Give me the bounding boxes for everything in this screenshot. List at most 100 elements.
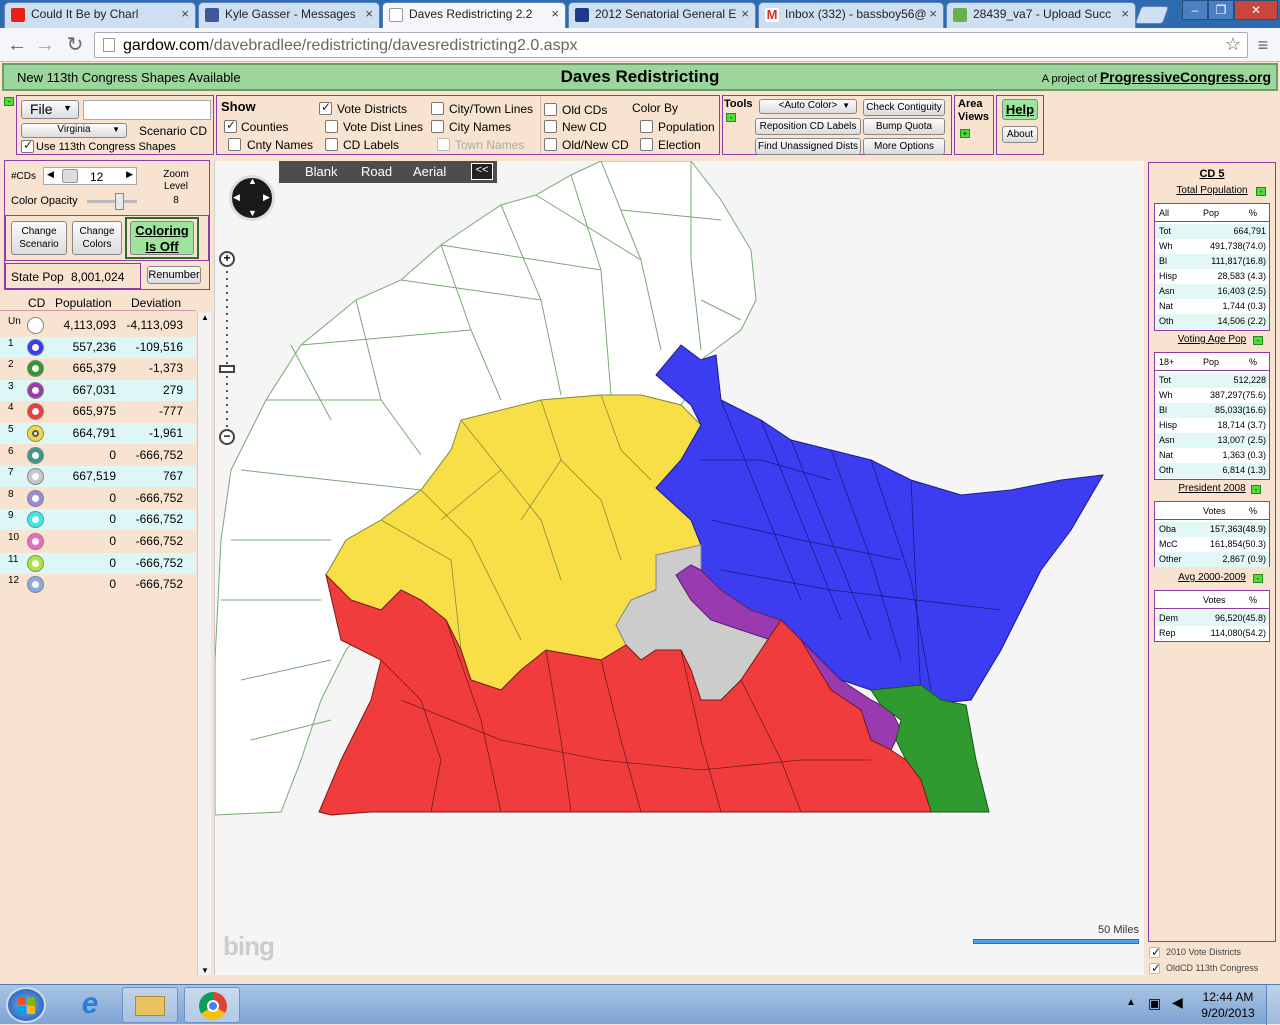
cd-labels-checkbox[interactable] — [325, 138, 338, 151]
tab-daves-redistricting[interactable]: Daves Redistricting 2.2 × — [382, 2, 566, 28]
file-menu-button[interactable]: File ▼ — [21, 100, 79, 119]
ie-icon[interactable]: e — [64, 987, 116, 1023]
cd-row[interactable]: 11 0 -666,752 — [0, 552, 196, 574]
pan-down-icon[interactable]: ▼ — [248, 208, 257, 218]
chevron-left-icon[interactable]: ◀ — [47, 169, 54, 180]
help-button[interactable]: Help — [1002, 99, 1038, 120]
map-area[interactable]: Blank Road Aerial << ▲ ▼ ◀ ▶ + − bing 50… — [214, 161, 1144, 975]
cd-color-radio[interactable] — [27, 403, 44, 421]
maximize-button[interactable]: ❐ — [1208, 0, 1234, 20]
district-map[interactable] — [215, 161, 1144, 975]
cd-row[interactable]: 8 0 -666,752 — [0, 487, 196, 509]
close-icon[interactable]: × — [929, 6, 937, 21]
cd-color-radio[interactable] — [27, 338, 44, 356]
new-tab-button[interactable] — [1134, 6, 1170, 24]
auto-color-select[interactable]: <Auto Color> ▼ — [759, 99, 857, 114]
expand-icon[interactable]: + — [960, 129, 970, 138]
pan-right-icon[interactable]: ▶ — [263, 192, 270, 203]
opacity-thumb[interactable] — [115, 193, 124, 210]
renumber-button[interactable]: Renumber — [147, 266, 201, 284]
more-options-button[interactable]: More Options — [863, 138, 945, 155]
tab-senatorial[interactable]: 2012 Senatorial General E × — [568, 2, 756, 28]
scrollbar[interactable]: ▲ ▼ — [197, 313, 211, 975]
start-button[interactable] — [6, 987, 46, 1023]
vote-dist-lines-checkbox[interactable] — [325, 120, 338, 133]
tab-gmail[interactable]: M Inbox (332) - bassboy56@ × — [758, 2, 944, 28]
town-names-checkbox[interactable] — [437, 138, 450, 151]
cd-color-radio[interactable] — [27, 554, 44, 572]
num-cds-slider[interactable]: ◀ 12 ▶ — [43, 167, 137, 185]
change-colors-button[interactable]: Change Colors — [72, 221, 122, 255]
old-cds-checkbox[interactable] — [544, 103, 557, 116]
volume-icon[interactable]: ◀ — [1172, 994, 1183, 1011]
collapse-icon[interactable]: - — [1253, 336, 1263, 345]
explorer-icon[interactable] — [122, 987, 178, 1023]
population-checkbox[interactable] — [640, 120, 653, 133]
progressive-congress-link[interactable]: ProgressiveCongress.org — [1100, 69, 1271, 85]
cd-color-radio[interactable] — [27, 317, 44, 334]
back-icon[interactable]: ← — [4, 32, 30, 58]
cd-row[interactable]: 4 665,975 -777 — [0, 401, 196, 423]
bump-quota-button[interactable]: Bump Quota — [863, 118, 945, 135]
zoom-control[interactable]: + − — [219, 247, 235, 445]
cd-row[interactable]: 1 557,236 -109,516 — [0, 336, 196, 358]
reload-icon[interactable]: ↻ — [62, 32, 88, 58]
minimize-button[interactable]: – — [1182, 0, 1208, 20]
cnty-names-checkbox[interactable] — [228, 138, 241, 151]
new-cd-checkbox[interactable] — [544, 120, 557, 133]
cd-color-radio[interactable] — [27, 576, 44, 594]
collapse-icon[interactable]: - — [1253, 574, 1263, 583]
zoom-track[interactable] — [226, 257, 228, 437]
close-icon[interactable]: × — [365, 6, 373, 21]
find-unassigned-button[interactable]: Find Unassigned Dists — [755, 138, 861, 155]
pan-left-icon[interactable]: ◀ — [233, 192, 240, 203]
vote-districts-checkbox[interactable] — [319, 100, 332, 115]
use-shapes-checkbox[interactable] — [21, 138, 34, 153]
tab-youtube[interactable]: Could It Be by Charl × — [4, 2, 196, 28]
cd-color-radio[interactable] — [27, 533, 44, 550]
collapse-icon[interactable]: - — [726, 113, 736, 122]
cd-color-radio[interactable] — [27, 489, 44, 507]
coloring-toggle-button[interactable]: Coloring Is Off — [130, 221, 194, 255]
zoom-thumb[interactable] — [219, 365, 235, 373]
city-town-lines-checkbox[interactable] — [431, 102, 444, 115]
close-window-button[interactable]: ✕ — [1234, 0, 1278, 20]
show-desktop-button[interactable] — [1266, 985, 1280, 1025]
scroll-up-icon[interactable]: ▲ — [201, 313, 209, 322]
close-icon[interactable]: × — [1121, 6, 1129, 21]
opacity-slider[interactable] — [87, 200, 137, 203]
zoom-in-icon[interactable]: + — [219, 251, 235, 267]
cd-row[interactable]: 5 664,791 -1,961 — [0, 423, 196, 444]
file-name-input[interactable] — [83, 100, 211, 120]
about-button[interactable]: About — [1002, 126, 1038, 143]
tray-arrow-icon[interactable]: ▲ — [1126, 997, 1136, 1008]
cd-row[interactable]: 9 0 -666,752 — [0, 509, 196, 531]
chrome-icon[interactable] — [184, 987, 240, 1023]
vote-districts-2010-checkbox[interactable] — [1149, 945, 1161, 959]
close-icon[interactable]: × — [741, 6, 749, 21]
election-checkbox[interactable] — [640, 138, 653, 151]
tab-upload[interactable]: 28439_va7 - Upload Succ × — [946, 2, 1136, 28]
forward-icon[interactable]: → — [32, 32, 58, 58]
pan-up-icon[interactable]: ▲ — [248, 176, 257, 186]
city-names-checkbox[interactable] — [431, 120, 444, 133]
cd-row[interactable]: 7 667,519 767 — [0, 466, 196, 488]
chevron-right-icon[interactable]: ▶ — [126, 169, 133, 180]
reposition-labels-button[interactable]: Reposition CD Labels — [755, 118, 861, 135]
cd-row[interactable]: 10 0 -666,752 — [0, 531, 196, 552]
cd-color-radio[interactable] — [27, 381, 44, 399]
old-new-cd-checkbox[interactable] — [544, 138, 557, 151]
collapse-icon[interactable]: - — [1251, 485, 1261, 494]
change-scenario-button[interactable]: Change Scenario — [11, 221, 67, 255]
collapse-icon[interactable]: - — [4, 97, 14, 106]
cd-row[interactable]: 12 0 -666,752 — [0, 574, 196, 596]
close-icon[interactable]: × — [181, 6, 189, 21]
cd-color-radio[interactable] — [27, 511, 44, 529]
slider-thumb[interactable] — [62, 169, 78, 183]
check-contiguity-button[interactable]: Check Contiguity — [863, 99, 945, 116]
url-field[interactable]: gardow.com/davebradlee/redistricting/dav… — [94, 32, 1248, 58]
map-mode-aerial[interactable]: Aerial — [413, 164, 446, 179]
map-mode-road[interactable]: Road — [361, 164, 392, 179]
close-icon[interactable]: × — [551, 6, 559, 21]
pan-control[interactable]: ▲ ▼ ◀ ▶ — [229, 175, 275, 221]
